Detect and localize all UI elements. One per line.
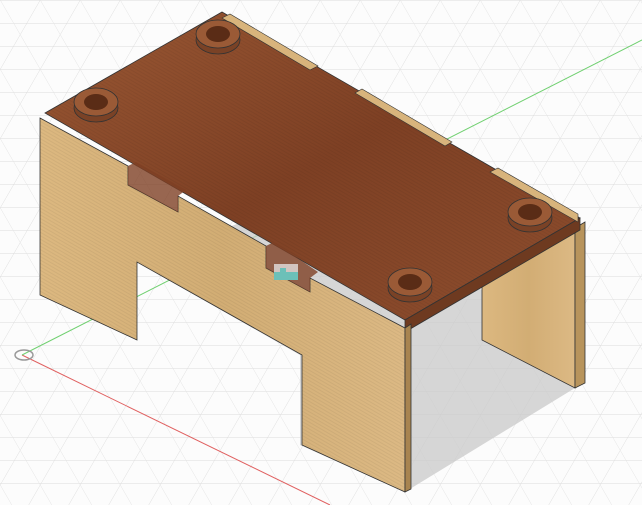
peg-back[interactable] — [195, 19, 241, 55]
model-canvas[interactable] — [0, 0, 642, 505]
peg-left[interactable] — [73, 87, 119, 123]
peg-right[interactable] — [507, 197, 553, 233]
peg-front[interactable] — [387, 267, 433, 303]
joint-marker-icon[interactable] — [274, 264, 298, 280]
3d-viewport[interactable] — [0, 0, 642, 505]
